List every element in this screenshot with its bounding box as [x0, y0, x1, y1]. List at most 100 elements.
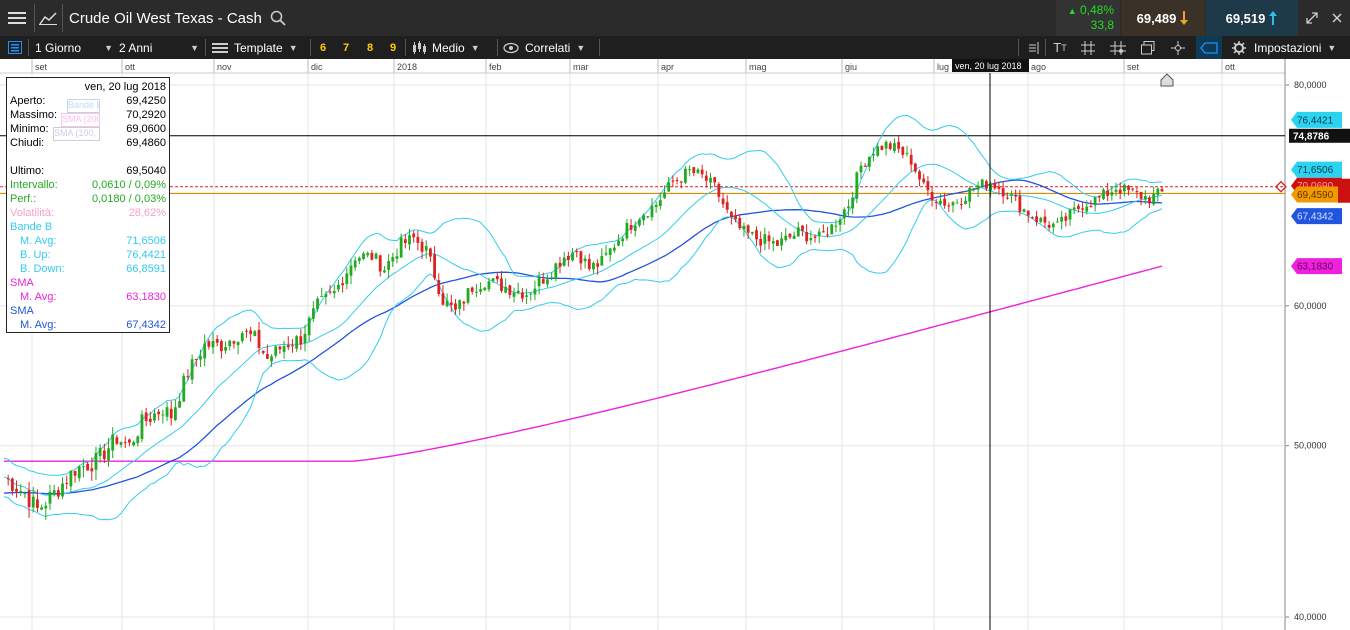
candle-body	[713, 177, 717, 183]
info-sma2-avg-label: M. Avg:	[20, 319, 57, 331]
candle-body	[295, 336, 299, 349]
info-sma2-avg-row: M. Avg: 67,4342	[10, 318, 166, 332]
grid-icon[interactable]	[1078, 36, 1098, 59]
style-select[interactable]: Medio ▼	[412, 36, 492, 59]
candle-body	[399, 237, 403, 258]
month-label: feb	[489, 62, 502, 72]
month-label: 2018	[397, 62, 417, 72]
preset-9-button[interactable]: 9	[387, 36, 399, 59]
sell-price: 69,489	[1136, 10, 1177, 26]
candle-body	[383, 270, 386, 273]
candle-body	[324, 293, 328, 298]
candle-body	[52, 490, 56, 495]
candle-body	[633, 225, 637, 231]
candle-body	[596, 263, 600, 267]
divider	[497, 39, 498, 56]
divider	[599, 39, 600, 56]
drawing-tool-icon[interactable]	[1168, 36, 1188, 59]
settings-button[interactable]: Impostazioni ▼	[1232, 36, 1350, 59]
candle-body	[479, 288, 482, 292]
crosshair-grid-icon[interactable]	[1108, 36, 1128, 59]
candle-body	[98, 447, 102, 457]
candle-body	[700, 169, 704, 175]
interval-select[interactable]: 1 Giorno ▼	[35, 36, 113, 59]
candle-body	[721, 198, 725, 205]
candle-body	[863, 165, 867, 167]
info-perf-row: Perf.: 0,0180 / 0,03%	[10, 192, 166, 206]
close-icon[interactable]	[1326, 0, 1348, 36]
candle-body	[1156, 188, 1160, 195]
info-boll-avg-value: 71,6506	[126, 235, 166, 247]
candle-body	[1072, 207, 1076, 210]
candle-body	[240, 333, 244, 342]
candle-body	[1118, 189, 1122, 194]
chart-type-icon[interactable]	[35, 0, 61, 36]
template-select[interactable]: Template ▼	[212, 36, 304, 59]
candle-body	[884, 141, 888, 149]
search-icon[interactable]	[268, 0, 288, 36]
info-open-row: Aperto: 69,4250	[10, 94, 166, 108]
candle-body	[1031, 217, 1034, 219]
info-close-row: Chiudi: 69,4860	[10, 136, 166, 150]
interval-label: 1 Giorno	[35, 40, 82, 55]
candle-body	[658, 200, 662, 206]
range-select[interactable]: 2 Anni ▼	[119, 36, 199, 59]
month-label: ott	[1225, 62, 1236, 72]
candle-body	[1010, 194, 1013, 196]
candle-body	[997, 186, 1001, 189]
candle-body	[328, 291, 332, 293]
candle-body	[140, 414, 144, 439]
info-open-label: Aperto:	[10, 95, 46, 107]
preset-6-button[interactable]: 6	[317, 36, 329, 59]
candle-body	[947, 205, 951, 207]
date-strip	[0, 59, 1350, 73]
candle-body	[470, 287, 474, 292]
buy-price-button[interactable]: 69,519	[1206, 0, 1298, 36]
info-high-label: Massimo:	[10, 109, 58, 121]
preset-8-button[interactable]: 8	[364, 36, 376, 59]
info-low-value: 69,0600	[126, 123, 166, 135]
info-date: ven, 20 lug 2018	[84, 81, 166, 93]
menu-icon[interactable]	[0, 0, 34, 36]
candle-body	[23, 493, 27, 495]
candle-body	[1106, 190, 1110, 196]
indicators-icon[interactable]	[1024, 36, 1042, 59]
price-label-icon[interactable]	[1196, 36, 1222, 59]
list-icon[interactable]	[5, 36, 25, 59]
candle-body	[182, 375, 186, 402]
tag-bid: 69,4590	[1297, 190, 1334, 201]
candle-body	[821, 231, 825, 233]
divider	[310, 39, 311, 56]
candle-body	[571, 252, 574, 261]
info-boll-up-row: B. Up: 76,4421	[10, 248, 166, 262]
expand-icon[interactable]	[1300, 0, 1324, 36]
info-sma2-label: SMA	[10, 305, 34, 317]
layers-icon[interactable]	[1138, 36, 1158, 59]
candle-body	[115, 437, 119, 444]
candle-body	[316, 298, 319, 309]
candle-body	[587, 258, 591, 270]
price-chart[interactable]: set ott nov dic 2018 feb mar apr mag giu lug ago set…	[0, 59, 1350, 630]
candle-body	[867, 156, 871, 167]
candle-body	[1127, 185, 1130, 191]
candle-body	[282, 346, 286, 352]
candle-body	[880, 145, 884, 150]
candle-body	[1085, 206, 1089, 212]
candle-body	[157, 411, 161, 415]
candle-body	[834, 225, 838, 227]
info-bollinger-header: Bande B	[10, 220, 166, 234]
info-low-row: Minimo: 69,0600	[10, 122, 166, 136]
candle-body	[458, 300, 462, 309]
preset-7-button[interactable]: 7	[340, 36, 352, 59]
candle-body	[876, 146, 880, 156]
candle-body	[533, 288, 537, 295]
month-label: lug	[937, 62, 949, 72]
candle-body	[278, 346, 282, 350]
candle-body	[374, 253, 378, 259]
crosshair-date-label: ven, 20 lug 2018	[955, 61, 1022, 71]
caret-down-icon: ▼	[104, 42, 113, 53]
text-size-icon[interactable]: TT	[1049, 36, 1071, 59]
candle-body	[993, 183, 997, 189]
correlated-select[interactable]: Correlati ▼	[503, 36, 593, 59]
sell-price-button[interactable]: 69,489	[1121, 0, 1205, 36]
